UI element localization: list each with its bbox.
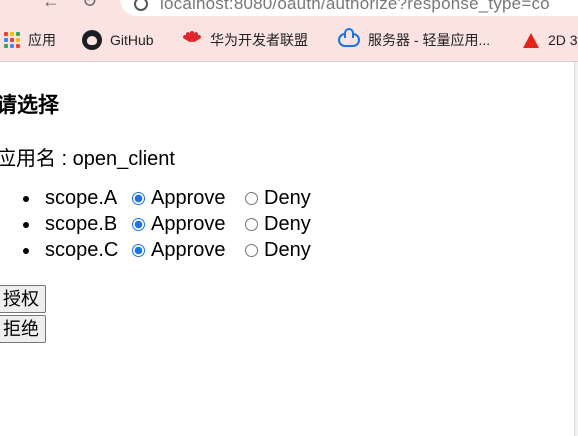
deny-label[interactable]: Deny [264,239,311,262]
page-title: 请选择 [0,94,59,117]
adobe-icon [522,31,540,49]
bookmark-label: 华为开发者联盟 [210,32,308,48]
deny-radio[interactable] [245,218,258,231]
bookmark-label: GitHub [110,32,154,48]
approve-label[interactable]: Approve [151,239,226,262]
url-text[interactable]: localhost:8080/oauth/authorize?response_… [160,0,550,14]
bookmark-apps[interactable]: 应用 [4,18,56,62]
cloud-icon [338,28,360,47]
bookmark-server[interactable]: 服务器 - 轻量应用... [338,18,490,62]
bookmark-huawei[interactable]: 华为开发者联盟 [182,18,308,62]
approve-label[interactable]: Approve [151,213,226,236]
deny-radio[interactable] [245,192,258,205]
huawei-icon [182,31,202,49]
approve-radio[interactable] [132,244,145,257]
bookmark-label: 服务器 - 轻量应用... [368,32,491,48]
github-icon [82,30,102,50]
approve-radio[interactable] [132,192,145,205]
apps-grid-icon [4,32,20,48]
deny-label[interactable]: Deny [264,213,311,236]
bookmark-github[interactable]: GitHub [82,18,154,62]
vertical-scrollbar[interactable] [574,62,578,436]
address-bar[interactable]: localhost:8080/oauth/authorize?response_… [120,0,578,16]
bullet-icon [23,196,29,202]
app-name-text: 应用名 : open_client [0,148,175,170]
back-arrow-icon[interactable]: ← [42,0,60,12]
reload-icon[interactable]: ↻ [82,0,97,12]
deny-label[interactable]: Deny [264,187,311,210]
bullet-icon [23,248,29,254]
scope-name: scope.A [45,187,118,209]
scope-name: scope.B [45,213,118,235]
bookmarks-bar: 应用 GitHub 华为开发者联盟 服务器 - 轻量应用... 2D 3 [0,18,578,62]
bullet-icon [23,222,29,228]
deny-radio[interactable] [245,244,258,257]
approve-label[interactable]: Approve [151,187,226,210]
approve-radio[interactable] [132,218,145,231]
browser-toolbar: ← ↻ localhost:8080/oauth/authorize?respo… [0,0,578,18]
bookmark-label: 应用 [28,32,56,48]
bookmark-label: 2D 3 [548,32,578,48]
deny-button[interactable]: 拒绝 [0,315,46,343]
site-info-icon[interactable] [134,0,148,11]
scope-name: scope.C [45,239,119,261]
authorize-button[interactable]: 授权 [0,285,46,313]
bookmark-2d[interactable]: 2D 3 [522,18,578,62]
page-content: 请选择 应用名 : open_client scope.A Approve De… [0,62,574,436]
